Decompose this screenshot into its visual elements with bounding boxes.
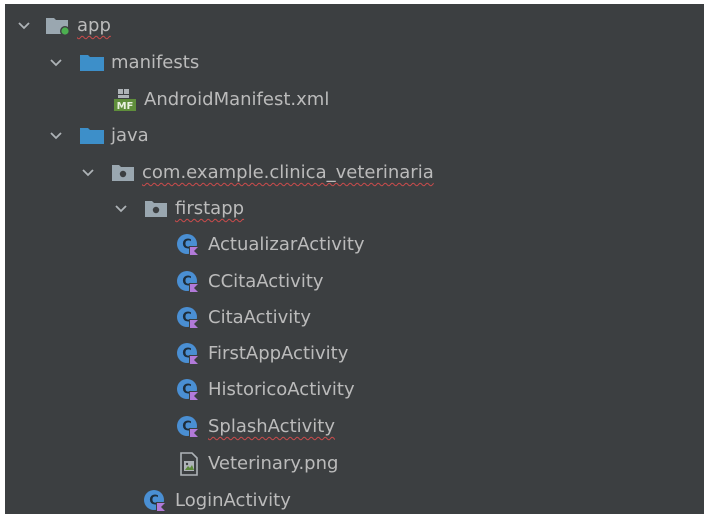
tree-label: java	[111, 125, 149, 146]
tree-node-app[interactable]: app	[5, 8, 704, 44]
tree-node-file[interactable]: C SplashActivity	[5, 409, 704, 445]
kotlin-class-icon: C	[175, 305, 201, 331]
tree-label: AndroidManifest.xml	[144, 89, 330, 110]
chevron-down-icon[interactable]	[110, 198, 132, 220]
tree-node-android-manifest[interactable]: MF AndroidManifest.xml	[5, 82, 704, 118]
tree-node-firstapp[interactable]: firstapp	[5, 191, 704, 227]
tree-label: HistoricoActivity	[208, 379, 355, 400]
tree-label: Veterinary.png	[208, 453, 339, 474]
tree-label: LoginActivity	[175, 490, 291, 511]
tree-node-file[interactable]: C CitaActivity	[5, 300, 704, 336]
chevron-down-icon[interactable]	[13, 15, 35, 37]
tree-node-file[interactable]: C FirstAppActivity	[5, 336, 704, 372]
tree-label: firstapp	[175, 198, 245, 219]
tree-label: CitaActivity	[208, 307, 311, 328]
kotlin-class-icon: C	[142, 488, 168, 514]
project-tree-panel: app manifests MF AndroidManifest.xml jav…	[5, 4, 704, 514]
tree-node-file[interactable]: C ActualizarActivity	[5, 227, 704, 263]
tree-label: com.example.clinica_veterinaria	[142, 162, 434, 183]
image-file-icon	[176, 451, 202, 477]
chevron-down-icon[interactable]	[77, 162, 99, 184]
kotlin-class-icon: C	[175, 232, 201, 258]
tree-label: CCitaActivity	[208, 271, 324, 292]
svg-text:MF: MF	[117, 101, 134, 112]
tree-node-file[interactable]: C HistoricoActivity	[5, 372, 704, 408]
kotlin-class-icon: C	[175, 414, 201, 440]
tree-node-package[interactable]: com.example.clinica_veterinaria	[5, 155, 704, 191]
tree-node-java[interactable]: java	[5, 118, 704, 154]
tree-node-file[interactable]: C CCitaActivity	[5, 264, 704, 300]
tree-label: app	[77, 15, 111, 36]
kotlin-class-icon: C	[175, 341, 201, 367]
kotlin-class-icon: C	[175, 377, 201, 403]
tree-node-file[interactable]: Veterinary.png	[5, 446, 704, 482]
kotlin-class-icon: C	[175, 269, 201, 295]
folder-icon	[79, 50, 105, 76]
tree-node-login-activity[interactable]: C LoginActivity	[5, 483, 704, 519]
tree-label: SplashActivity	[208, 416, 335, 437]
tree-label: FirstAppActivity	[208, 343, 349, 364]
module-folder-icon	[45, 13, 71, 39]
package-icon	[110, 160, 136, 186]
tree-label: manifests	[111, 52, 200, 73]
chevron-down-icon[interactable]	[45, 125, 67, 147]
chevron-down-icon[interactable]	[45, 52, 67, 74]
tree-label: ActualizarActivity	[208, 234, 365, 255]
folder-icon	[79, 123, 105, 149]
manifest-file-icon: MF	[112, 87, 138, 113]
package-icon	[143, 196, 169, 222]
tree-node-manifests[interactable]: manifests	[5, 45, 704, 81]
